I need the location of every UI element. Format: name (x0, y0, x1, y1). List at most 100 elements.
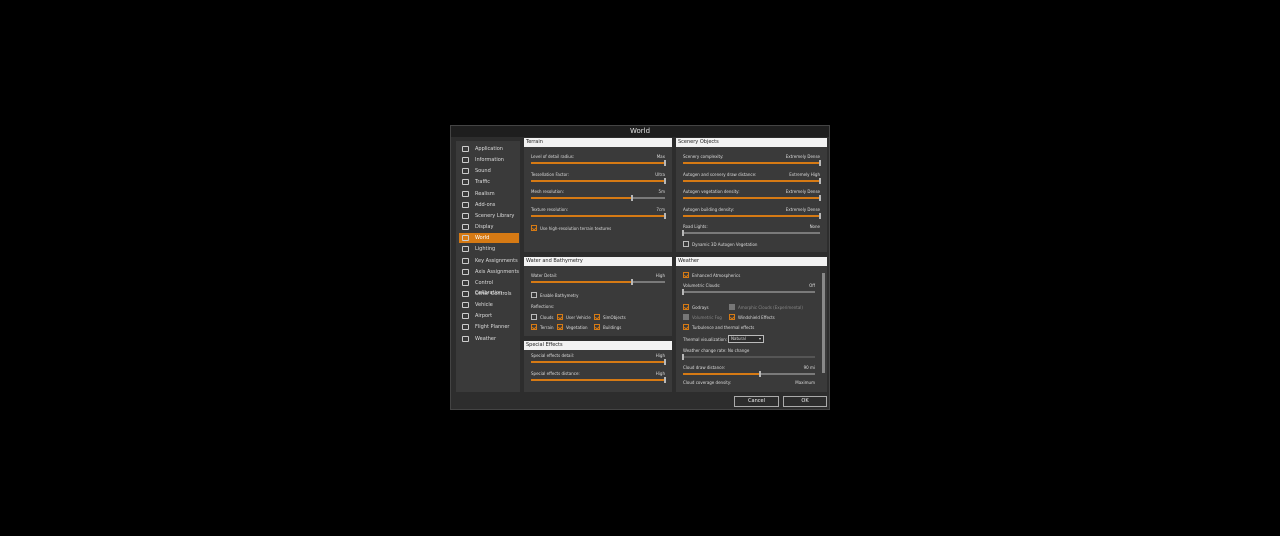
weather-change-slider[interactable] (682, 354, 815, 360)
reflection-buildings-checkbox[interactable]: Buildings (594, 324, 621, 331)
volumetric-clouds-label: Volumetric Clouds: (683, 283, 721, 288)
weather-scrollbar[interactable] (822, 269, 825, 384)
enhanced-atmospherics-checkbox[interactable]: Enhanced Atmospherics (683, 272, 740, 279)
sidebar-item-other-controls[interactable]: Other Controls (459, 289, 519, 299)
sidebar-item-label: Weather (475, 335, 497, 342)
scenery-slider-row: Autogen and scenery draw distance: Extrem… (683, 172, 821, 186)
amorphic-clouds-checkbox[interactable]: Amorphic Clouds (Experimental) (729, 304, 803, 311)
effects-slider[interactable] (531, 359, 666, 365)
slider-thumb[interactable] (819, 160, 821, 166)
sidebar-item-traffic[interactable]: Traffic (459, 177, 519, 187)
terrain-slider[interactable] (531, 160, 666, 166)
slider-thumb[interactable] (682, 354, 684, 360)
cloud-coverage-label: Cloud coverage density: (683, 380, 732, 385)
terrain-slider-value: 5m (658, 189, 665, 194)
sidebar-item-information[interactable]: Information (459, 155, 519, 165)
slider-thumb[interactable] (664, 377, 666, 383)
slider-thumb[interactable] (819, 195, 821, 201)
cancel-button[interactable]: Cancel (734, 396, 779, 407)
sidebar-item-label: Flight Planner (475, 324, 510, 331)
sidebar-item-label: Vehicle (475, 302, 493, 309)
slider-thumb[interactable] (664, 160, 666, 166)
scenery-slider[interactable] (683, 212, 821, 219)
chevron-down-icon: ▾ (758, 336, 761, 341)
dynamic-vegetation-checkbox[interactable]: Dynamic 3D Autogen Vegetation (683, 241, 757, 248)
terrain-slider[interactable] (531, 195, 665, 201)
sidebar-item-realism[interactable]: Realism (459, 189, 519, 199)
sidebar-item-label: Scenery Library (475, 212, 515, 219)
sidebar-item-control-calibration[interactable]: Control Calibration (459, 278, 519, 296)
bathymetry-checkbox[interactable]: Enable Bathymetry (531, 292, 579, 299)
reflection-simobjects-checkbox[interactable]: SimObjects (594, 314, 626, 321)
sidebar-item-display[interactable]: Display (459, 222, 519, 232)
effects-slider[interactable] (531, 377, 666, 383)
terrain-slider[interactable] (531, 177, 666, 184)
slider-thumb[interactable] (664, 212, 666, 219)
scenery-slider[interactable] (683, 160, 821, 166)
reflection-label: Clouds (540, 315, 554, 320)
slider-thumb[interactable] (819, 177, 821, 184)
scenery-slider[interactable] (683, 195, 821, 201)
amorphic-clouds-label: Amorphic Clouds (Experimental) (738, 305, 803, 310)
gears-icon (462, 146, 469, 152)
reflection-vegetation-checkbox[interactable]: Vegetation (557, 324, 588, 331)
high-res-terrain-checkbox[interactable]: Use high-resolution terrain textures (531, 225, 611, 232)
water-panel: Water and Bathymetry Water Detail: High … (524, 257, 672, 336)
water-detail-slider[interactable] (531, 279, 665, 285)
sidebar-item-weather[interactable]: Weather (459, 334, 519, 344)
sidebar-item-sound[interactable]: Sound (459, 166, 519, 176)
sidebar-item-key-assignments[interactable]: Key Assignments (459, 256, 519, 266)
terrain-header: Terrain (524, 138, 672, 147)
sidebar-item-flight-planner[interactable]: Flight Planner (459, 322, 519, 332)
slider-thumb[interactable] (758, 371, 761, 377)
volumetric-clouds-slider[interactable] (682, 289, 815, 295)
cloud-draw-slider[interactable] (683, 371, 815, 377)
sidebar-item-airport[interactable]: Airport (459, 311, 519, 321)
sidebar-item-application[interactable]: Application (459, 144, 519, 154)
cloud-draw-value: 90 mi (803, 365, 815, 370)
ok-button[interactable]: OK (783, 396, 827, 407)
scenery-slider[interactable] (682, 230, 820, 236)
sidebar-item-axis-assignments[interactable]: Axis Assignments (459, 267, 519, 277)
effects-slider-label: Special effects distance: (531, 371, 580, 376)
flight-planner-icon (462, 324, 469, 331)
sidebar-item-world[interactable]: World (459, 233, 519, 244)
lighting-icon (462, 246, 469, 253)
scrollbar-thumb[interactable] (822, 273, 825, 373)
slider-thumb[interactable] (682, 230, 684, 236)
volumetric-clouds-row: Volumetric Clouds: Off (682, 283, 815, 297)
reflection-clouds-checkbox[interactable]: Clouds (531, 314, 554, 321)
slider-thumb[interactable] (664, 359, 666, 365)
slider-thumb[interactable] (664, 177, 666, 184)
world-dialog: World Application Information Sound Traffic… (450, 125, 830, 410)
water-detail-label: Water Detail: (531, 273, 558, 278)
monitor-icon (462, 224, 469, 231)
weather-icon (462, 335, 469, 342)
terrain-slider-row: Level of detail radius: Max (531, 154, 666, 168)
slider-thumb[interactable] (630, 195, 633, 201)
slider-thumb[interactable] (630, 279, 633, 285)
sidebar-item-scenery-library[interactable]: Scenery Library (459, 211, 519, 221)
godrays-checkbox[interactable]: Godrays (683, 304, 709, 311)
water-detail-row: Water Detail: High (531, 273, 665, 287)
scenery-slider[interactable] (683, 177, 821, 184)
volumetric-fog-checkbox[interactable]: Volumetric Fog (683, 314, 722, 321)
water-header: Water and Bathymetry (524, 257, 672, 266)
sidebar-item-vehicle[interactable]: Vehicle (459, 300, 519, 310)
sidebar-item-add-ons[interactable]: Add-ons (459, 200, 519, 210)
slider-thumb[interactable] (682, 289, 684, 295)
thermal-visualization-select[interactable]: Natural ▾ (728, 335, 764, 343)
water-detail-value: High (655, 273, 665, 278)
sidebar-item-lighting[interactable]: Lighting (459, 244, 519, 254)
terrain-slider-row: Mesh resolution: 5m (531, 189, 665, 203)
slider-thumb[interactable] (819, 212, 821, 219)
reflection-terrain-checkbox[interactable]: Terrain (531, 324, 554, 331)
effects-panel: Special Effects Special effects detail: H… (524, 341, 672, 392)
bathymetry-label: Enable Bathymetry (540, 293, 579, 298)
windshield-effects-checkbox[interactable]: Windshield Effects (729, 314, 775, 321)
info-icon (462, 157, 469, 164)
reflection-user-vehicle-checkbox[interactable]: User Vehicle (557, 314, 591, 321)
turbulence-checkbox[interactable]: Turbulence and thermal effects (683, 324, 754, 331)
terrain-slider[interactable] (531, 212, 666, 219)
turbulence-label: Turbulence and thermal effects (692, 325, 755, 330)
